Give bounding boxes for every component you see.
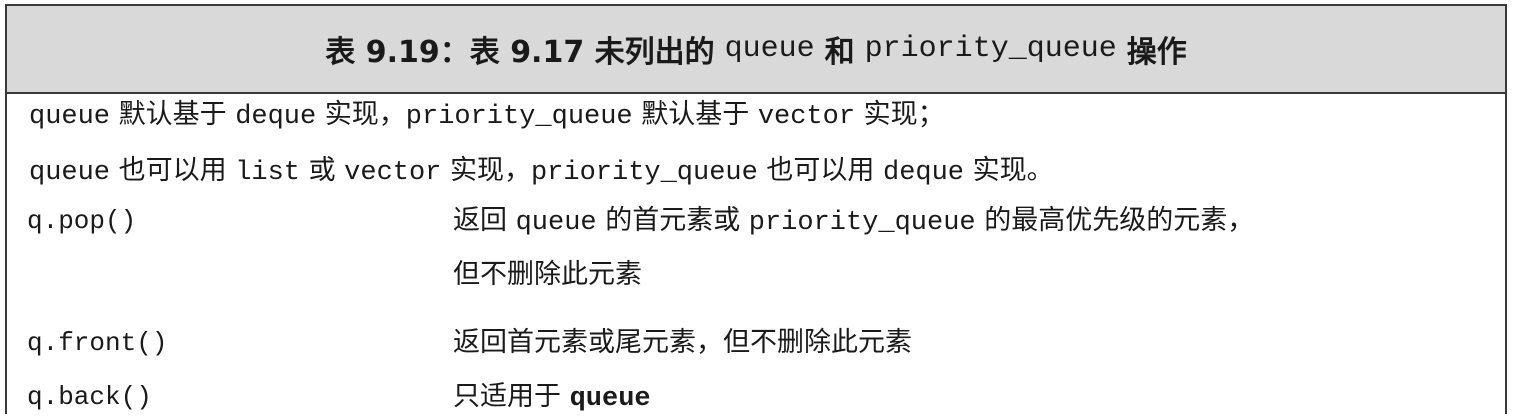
note-text: 或 (300, 155, 345, 186)
operations-table: 表 9.19：表 9.17 未列出的 queue 和 priority_queu… (5, 4, 1507, 414)
operation-description: 返回 queue 的首元素或 priority_queue 的最高优先级的元素， (453, 204, 1254, 240)
title-prefix: 表 9.19：表 9.17 未列出的 (325, 35, 715, 70)
desc-code: priority_queue (748, 208, 976, 238)
note-code: queue (29, 102, 111, 132)
note-code: queue (29, 158, 111, 188)
desc-text: 返回 (453, 205, 516, 236)
operation-description: 只适用于 queue (453, 380, 651, 416)
note-code: list (235, 158, 300, 188)
desc-text: 只适用于 (453, 381, 570, 412)
table-title: 表 9.19：表 9.17 未列出的 queue 和 priority_queu… (7, 6, 1505, 94)
note-code: priority_queue (405, 102, 633, 132)
note-code: priority_queue (530, 158, 758, 188)
note-code: vector (344, 158, 442, 188)
note-text: 实现； (855, 99, 945, 130)
title-suffix: 操作 (1126, 35, 1187, 70)
note-text: 实现。 (964, 155, 1054, 186)
operation-description: 返回首元素或尾元素，但不删除此元素 (453, 327, 912, 358)
operation-name: q.back() (27, 382, 152, 412)
desc-text: 的首元素或 (596, 205, 749, 236)
title-code-queue: queue (724, 32, 815, 66)
note-text: 默认基于 (632, 99, 758, 130)
operation-name: q.front() (27, 328, 168, 358)
title-code-priority-queue: priority_queue (864, 32, 1117, 66)
table-note-2: queue 也可以用 list 或 vector 实现，priority_que… (29, 154, 1054, 190)
table-note-1: queue 默认基于 deque 实现，priority_queue 默认基于 … (29, 98, 945, 134)
desc-text: 的最高优先级的元素， (975, 205, 1255, 236)
note-code: deque (883, 158, 965, 188)
note-code: vector (757, 102, 856, 132)
note-text: 实现， (316, 99, 406, 130)
note-text: 也可以用 (110, 155, 236, 186)
title-join: 和 (824, 35, 855, 70)
note-text: 实现， (441, 155, 531, 186)
desc-code: queue (515, 208, 597, 238)
note-code: deque (235, 102, 317, 132)
note-text: 也可以用 (757, 155, 883, 186)
operation-name: q.pop() (27, 206, 137, 236)
operation-description-continued: 但不删除此元素 (453, 259, 642, 290)
note-text: 默认基于 (110, 99, 236, 130)
desc-code: queue (569, 384, 651, 414)
